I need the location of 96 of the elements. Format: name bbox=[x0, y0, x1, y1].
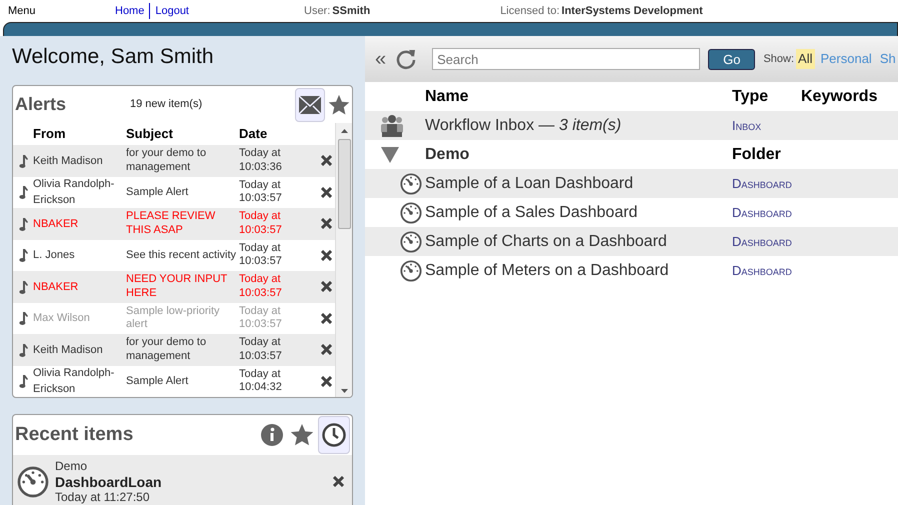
item-type: Dashboard bbox=[732, 174, 793, 193]
column-header: Keywords bbox=[801, 86, 878, 106]
note-icon bbox=[18, 185, 28, 200]
scrollbar[interactable] bbox=[335, 123, 352, 398]
scroll-up-icon bbox=[340, 129, 348, 134]
gauge-icon bbox=[400, 202, 422, 224]
envelope-icon bbox=[298, 94, 322, 115]
item-name[interactable]: Sample of Charts on a Dashboard bbox=[425, 230, 732, 254]
item-type: Dashboard bbox=[732, 232, 793, 251]
table-cell-text: Today at 10:03:57 bbox=[239, 304, 283, 332]
table-cell-text: Today at 10:03:57 bbox=[239, 178, 283, 206]
close-icon[interactable] bbox=[321, 250, 332, 261]
table-cell-text: Today at 10:03:36 bbox=[239, 147, 283, 175]
close-icon[interactable] bbox=[321, 186, 332, 198]
table-cell-text: NBAKER bbox=[33, 280, 80, 295]
column-header: Date bbox=[239, 126, 268, 142]
table-cell-text: Keith Madison bbox=[33, 154, 104, 169]
star-icon[interactable] bbox=[290, 423, 314, 448]
item-name[interactable]: Sample of Meters on a Dashboard bbox=[425, 258, 732, 282]
note-icon bbox=[18, 248, 28, 262]
panel-title: Alerts bbox=[15, 93, 68, 116]
close-icon[interactable] bbox=[321, 312, 332, 324]
license-name: InterSystems Development bbox=[562, 4, 703, 19]
table-cell-text: L. Jones bbox=[33, 248, 76, 264]
item-type: Folder bbox=[732, 144, 782, 164]
go-button[interactable]: Go bbox=[708, 48, 756, 70]
gauge-icon bbox=[400, 230, 422, 252]
table-cell-text: Sample Alert bbox=[126, 374, 190, 388]
nav-link-text[interactable]: Logout bbox=[149, 2, 189, 20]
table-cell-text: Sample low-priority alert bbox=[126, 304, 221, 332]
collapse-button[interactable]: « bbox=[375, 44, 386, 74]
close-icon[interactable] bbox=[321, 281, 332, 292]
table-cell-text: Sample Alert bbox=[126, 186, 190, 200]
scroll-thumb[interactable] bbox=[338, 139, 350, 230]
table-cell-text: Max Wilson bbox=[33, 311, 91, 326]
expanded-triangle-icon[interactable] bbox=[381, 146, 399, 162]
menu-link[interactable]: Menu bbox=[0, 2, 115, 20]
folder-name: Demo bbox=[55, 459, 88, 474]
note-icon bbox=[18, 342, 28, 357]
table-cell-text: Keith Madison bbox=[33, 342, 104, 358]
table-cell-text: Today at 10:03:57 bbox=[239, 210, 283, 238]
note-icon bbox=[18, 374, 28, 388]
filter-link[interactable]: All bbox=[796, 49, 814, 69]
item-type: Dashboard bbox=[732, 262, 793, 280]
table-cell-text: NBAKER bbox=[33, 216, 80, 232]
column-header: From bbox=[33, 125, 66, 144]
item-name[interactable]: Sample of a Loan Dashboard bbox=[425, 172, 732, 196]
user-label: User: bbox=[304, 4, 330, 19]
close-icon[interactable] bbox=[333, 476, 344, 488]
show-label: Show: bbox=[763, 52, 794, 67]
item-type: Inbox bbox=[732, 116, 762, 135]
column-header: Type bbox=[732, 86, 770, 106]
mail-button[interactable] bbox=[295, 88, 325, 122]
license-label: Licensed to: bbox=[500, 4, 560, 19]
info-icon[interactable] bbox=[260, 423, 284, 448]
item-name[interactable]: Sample of a Sales Dashboard bbox=[425, 200, 732, 224]
star-icon[interactable] bbox=[328, 94, 350, 116]
table-cell-text: See this recent activity bbox=[126, 248, 238, 262]
note-icon bbox=[18, 280, 28, 294]
table-cell-text: for your demo to management bbox=[126, 336, 208, 364]
table-cell-text: Today at 10:04:32 bbox=[239, 368, 283, 396]
column-header: Name bbox=[425, 86, 470, 106]
note-icon bbox=[18, 154, 28, 168]
history-button[interactable] bbox=[318, 416, 350, 454]
table-cell-text: Today at 10:03:57 bbox=[239, 336, 283, 364]
table-cell-text: Olivia Randolph-Erickson bbox=[33, 176, 116, 208]
user-name: SSmith bbox=[332, 4, 370, 19]
table-cell-text: Today at 10:03:57 bbox=[239, 242, 283, 270]
close-icon[interactable] bbox=[321, 344, 332, 356]
note-icon bbox=[18, 216, 28, 231]
welcome-heading: Welcome, Sam Smith bbox=[12, 44, 214, 70]
gauge-icon bbox=[400, 172, 422, 194]
close-icon[interactable] bbox=[321, 376, 332, 387]
close-icon[interactable] bbox=[321, 218, 332, 230]
note-icon bbox=[18, 311, 28, 326]
clock-icon bbox=[322, 423, 346, 448]
close-icon[interactable] bbox=[321, 155, 332, 166]
column-header: Subject bbox=[126, 126, 174, 142]
nav-link-text[interactable]: Home bbox=[115, 2, 144, 20]
table-cell-text: for your demo to management bbox=[126, 147, 208, 175]
item-type: Dashboard bbox=[732, 204, 793, 222]
table-cell-text: NEED YOUR INPUT HERE bbox=[126, 273, 228, 301]
gauge-icon bbox=[400, 260, 422, 282]
people-icon bbox=[379, 114, 405, 138]
item-time: Today at 11:27:50 bbox=[55, 490, 151, 505]
panel-title: Recent items bbox=[15, 422, 134, 447]
item-count: 19 new item(s) bbox=[130, 97, 204, 112]
search-field[interactable]: Search bbox=[432, 48, 700, 70]
scroll-down-icon bbox=[340, 389, 348, 394]
table-cell-text: PLEASE REVIEW THIS ASAP bbox=[126, 210, 216, 238]
folder-name[interactable]: Demo bbox=[425, 142, 732, 166]
item-name[interactable]: Workflow Inbox — 3 item(s) bbox=[425, 114, 732, 138]
table-cell-text: Olivia Randolph-Erickson bbox=[33, 366, 116, 398]
table-cell-text: Today at 10:03:57 bbox=[239, 273, 283, 301]
item-name[interactable]: DashboardLoan bbox=[55, 474, 327, 490]
gauge-icon bbox=[17, 466, 49, 498]
